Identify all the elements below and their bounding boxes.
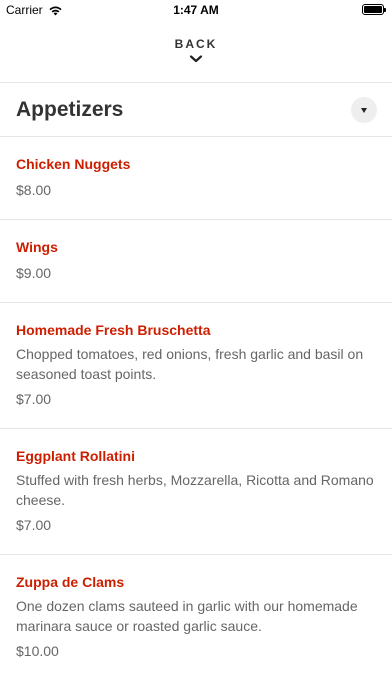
status-time: 1:47 AM xyxy=(173,3,219,17)
section-toggle-button[interactable] xyxy=(351,97,377,123)
section-title: Appetizers xyxy=(16,97,124,121)
section-header: Appetizers xyxy=(0,83,392,136)
menu-item-name: Homemade Fresh Bruschetta xyxy=(16,322,211,338)
menu-item-price: $7.00 xyxy=(16,391,52,407)
menu-item-name: Wings xyxy=(16,239,58,255)
menu-item-description: Stuffed with fresh herbs, Mozzarella, Ri… xyxy=(16,472,374,508)
caret-down-icon xyxy=(361,107,367,113)
back-button[interactable]: BACK xyxy=(0,22,392,82)
battery-icon xyxy=(362,4,386,15)
back-label: BACK xyxy=(174,37,218,51)
status-right xyxy=(362,4,386,15)
menu-item-name: Eggplant Rollatini xyxy=(16,448,135,464)
menu-item[interactable]: Chicken Nuggets $8.00 xyxy=(0,137,392,220)
menu-item[interactable]: Homemade Fresh Bruschetta Chopped tomato… xyxy=(0,303,392,429)
chevron-down-icon xyxy=(189,55,203,63)
menu-item-price: $8.00 xyxy=(16,182,52,198)
menu-item[interactable]: Zuppa de Clams One dozen clams sauteed i… xyxy=(0,555,392,680)
menu-item-price: $9.00 xyxy=(16,265,52,281)
menu-item-description: One dozen clams sauteed in garlic with o… xyxy=(16,598,358,634)
menu-item[interactable]: Eggplant Rollatini Stuffed with fresh he… xyxy=(0,429,392,555)
status-bar: Carrier 1:47 AM xyxy=(0,0,392,22)
menu-item[interactable]: Wings $9.00 xyxy=(0,220,392,303)
menu-item-price: $10.00 xyxy=(16,643,59,659)
menu-item-description: Chopped tomatoes, red onions, fresh garl… xyxy=(16,346,364,382)
menu-item-price: $7.00 xyxy=(16,517,52,533)
menu-item-name: Chicken Nuggets xyxy=(16,156,131,172)
menu-list: Chicken Nuggets $8.00 Wings $9.00 Homema… xyxy=(0,137,392,680)
menu-item-name: Zuppa de Clams xyxy=(16,574,125,590)
